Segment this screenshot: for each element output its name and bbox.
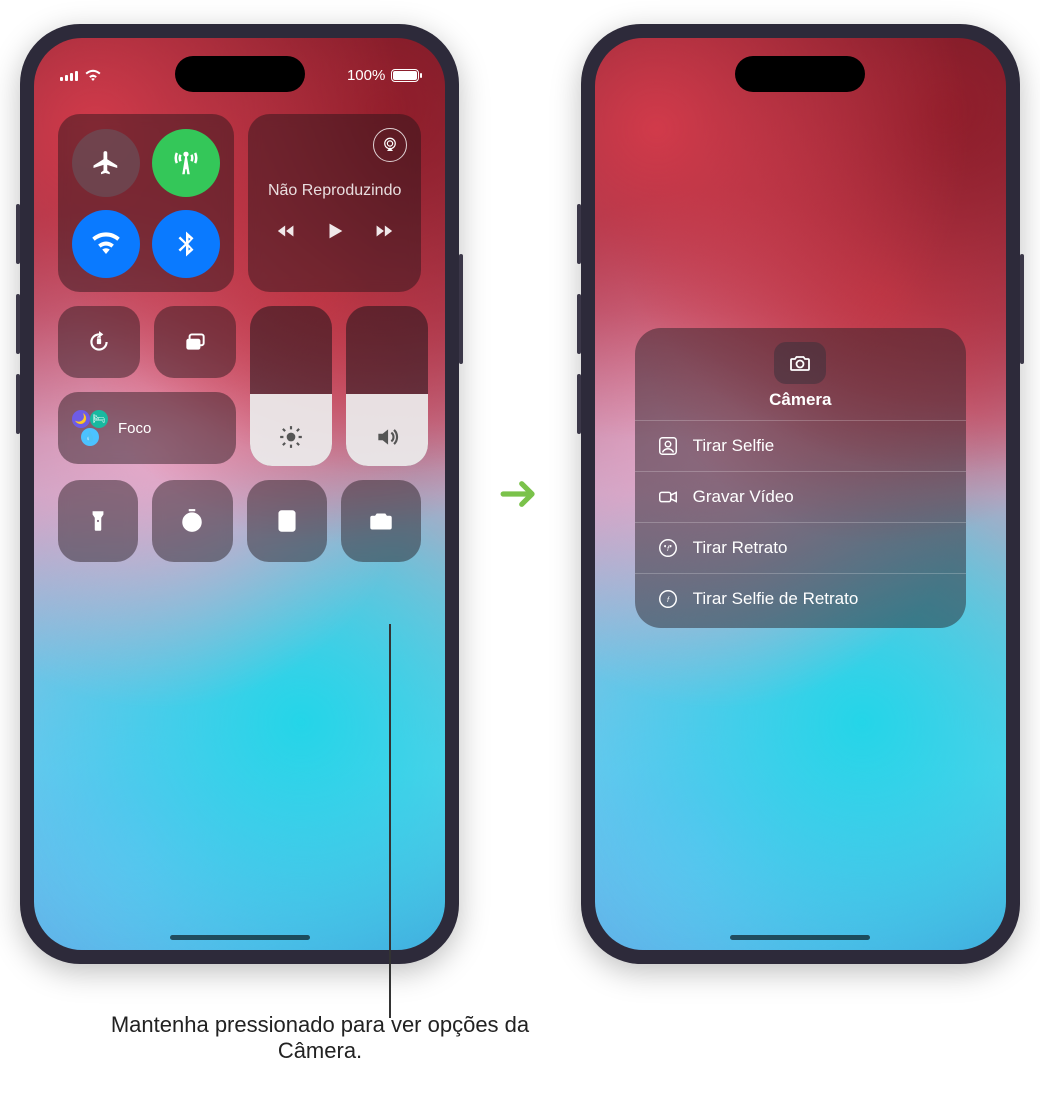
camera-option-label: Tirar Selfie de Retrato: [693, 589, 859, 609]
camera-option-label: Gravar Vídeo: [693, 487, 794, 507]
antenna-icon: [171, 148, 201, 178]
orientation-lock-icon: [86, 329, 112, 355]
flashlight-toggle[interactable]: [58, 480, 138, 562]
now-playing-label: Não Reproduzindo: [268, 182, 401, 200]
dynamic-island: [175, 56, 305, 92]
camera-option-portrait[interactable]: f Tirar Retrato: [635, 522, 966, 573]
control-center: Não Reproduzindo: [58, 114, 421, 562]
volume-slider[interactable]: [346, 306, 428, 466]
callout-leader-line: [389, 624, 391, 1018]
phone-right: Câmera Tirar Selfie Gravar Vídeo f Tirar…: [581, 24, 1020, 964]
portrait-icon: f: [657, 537, 679, 559]
svg-text:f: f: [667, 544, 670, 553]
svg-text:f: f: [667, 595, 670, 604]
cellular-signal-icon: [60, 69, 78, 81]
phone-left: 100%: [20, 24, 459, 964]
airplay-button[interactable]: [373, 128, 407, 162]
brightness-icon: [278, 424, 304, 450]
camera-menu-header-icon: [774, 342, 826, 384]
dynamic-island: [735, 56, 865, 92]
calculator-button[interactable]: [247, 480, 327, 562]
callout-caption: Mantenha pressionado para ver opções da …: [70, 1012, 570, 1064]
camera-option-selfie[interactable]: Tirar Selfie: [635, 420, 966, 471]
bluetooth-toggle[interactable]: [152, 210, 220, 278]
rewind-icon[interactable]: [276, 220, 298, 242]
screen-left: 100%: [34, 38, 445, 950]
wifi-toggle[interactable]: [72, 210, 140, 278]
timer-icon: [179, 508, 205, 534]
cellular-data-toggle[interactable]: [152, 129, 220, 197]
camera-option-video[interactable]: Gravar Vídeo: [635, 471, 966, 522]
home-indicator[interactable]: [170, 935, 310, 940]
connectivity-tile[interactable]: [58, 114, 234, 292]
focus-label: Foco: [118, 420, 151, 437]
wifi-status-icon: [84, 68, 102, 82]
camera-option-portrait-selfie[interactable]: f Tirar Selfie de Retrato: [635, 573, 966, 624]
focus-modes-icon: 🌙 🛏 💧: [72, 410, 108, 446]
play-icon[interactable]: [324, 220, 346, 242]
camera-option-label: Tirar Selfie: [693, 436, 775, 456]
video-icon: [657, 486, 679, 508]
fast-forward-icon[interactable]: [372, 220, 394, 242]
airplane-mode-toggle[interactable]: [72, 129, 140, 197]
screen-right: Câmera Tirar Selfie Gravar Vídeo f Tirar…: [595, 38, 1006, 950]
brightness-slider[interactable]: [250, 306, 332, 466]
flashlight-icon: [85, 508, 111, 534]
transition-arrow-icon: [499, 473, 540, 515]
camera-icon: [788, 351, 812, 375]
calculator-icon: [274, 508, 300, 534]
camera-menu-title: Câmera: [769, 390, 831, 410]
camera-options-menu: Câmera Tirar Selfie Gravar Vídeo f Tirar…: [635, 328, 966, 628]
screen-mirroring-toggle[interactable]: [154, 306, 236, 378]
bluetooth-icon: [171, 229, 201, 259]
focus-control[interactable]: 🌙 🛏 💧 Foco: [58, 392, 236, 464]
orientation-lock-toggle[interactable]: [58, 306, 140, 378]
volume-icon: [374, 424, 400, 450]
wifi-icon: [91, 229, 121, 259]
battery-icon: [391, 69, 419, 82]
home-indicator[interactable]: [730, 935, 870, 940]
screen-mirroring-icon: [182, 329, 208, 355]
airplay-icon: [381, 136, 399, 154]
selfie-icon: [657, 435, 679, 457]
portrait-selfie-icon: f: [657, 588, 679, 610]
camera-option-label: Tirar Retrato: [693, 538, 788, 558]
timer-button[interactable]: [152, 480, 232, 562]
camera-button[interactable]: [341, 480, 421, 562]
airplane-icon: [91, 148, 121, 178]
media-tile[interactable]: Não Reproduzindo: [248, 114, 421, 292]
camera-icon: [368, 508, 394, 534]
battery-percent: 100%: [347, 67, 385, 84]
